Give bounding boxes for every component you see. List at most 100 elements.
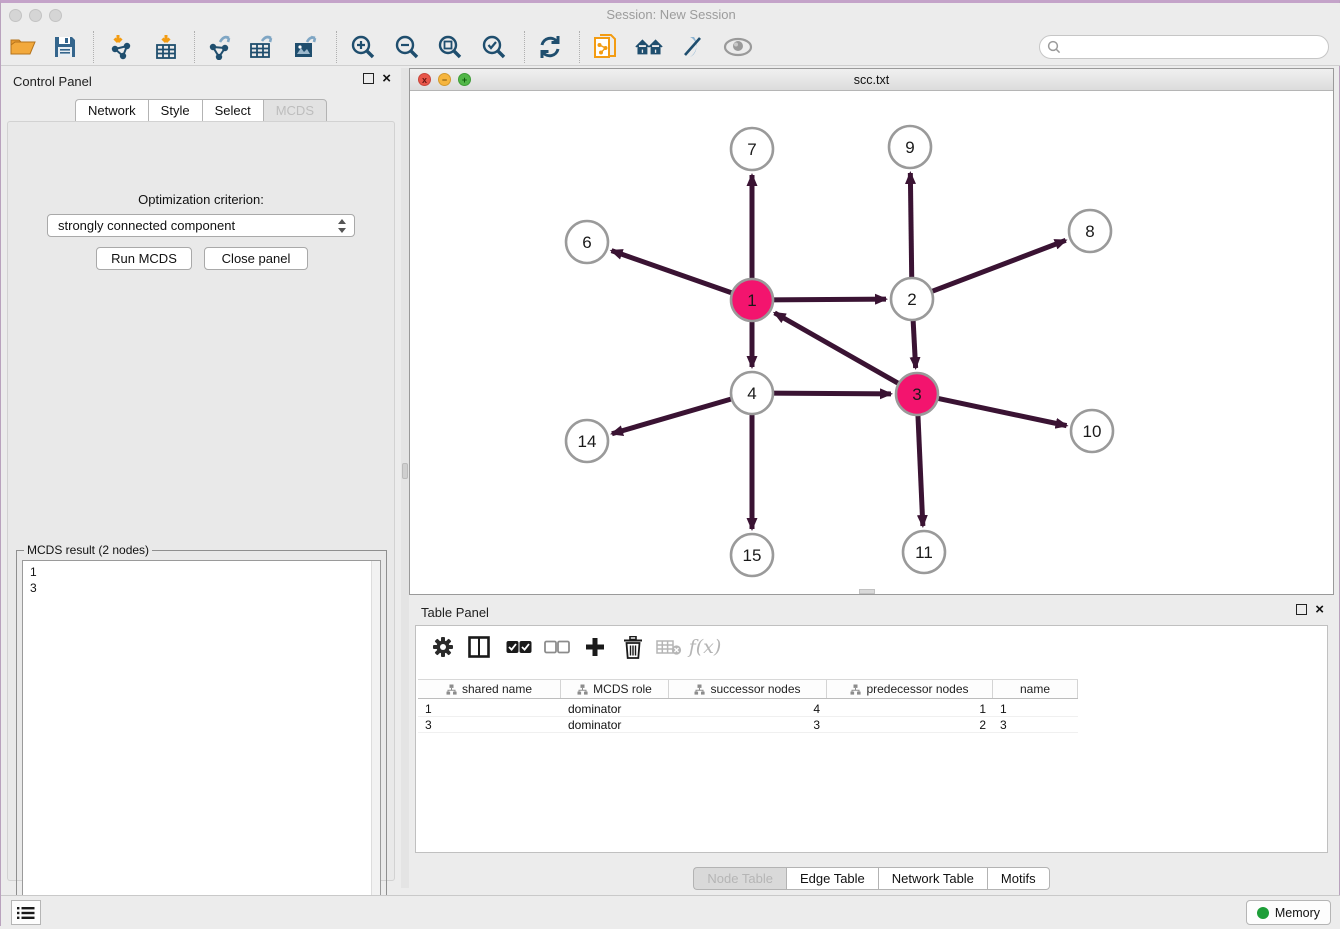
cell-shared-name[interactable]: 1 [418,701,561,716]
status-bar: Memory [1,895,1340,929]
hide-details-eye-icon[interactable] [723,33,753,61]
float-panel-icon[interactable] [363,73,374,84]
control-panel-tabs: Network Style Select MCDS [1,99,401,121]
cell-name[interactable]: 1 [993,701,1078,716]
edge-4-3[interactable] [770,393,891,394]
close-table-panel-icon[interactable]: × [1315,604,1324,615]
cell-name[interactable]: 3 [993,717,1078,732]
dropdown-value: strongly connected component [58,218,235,233]
mcds-result-title: MCDS result (2 nodes) [24,543,152,557]
tab-edge-table[interactable]: Edge Table [786,867,878,890]
graphics-details-icon[interactable] [678,33,708,61]
run-mcds-button[interactable]: Run MCDS [96,247,192,270]
zoom-out-icon[interactable] [392,33,422,61]
node-label-8: 8 [1085,222,1094,241]
table-row[interactable]: 3 dominator 3 2 3 [418,717,1078,733]
list-icon [17,906,35,920]
cell-shared-name[interactable]: 3 [418,717,561,732]
splitter-grip[interactable] [402,463,408,479]
tab-network-table[interactable]: Network Table [878,867,987,890]
table-settings-gear-icon[interactable] [428,633,458,661]
cell-successor-nodes[interactable]: 4 [669,701,827,716]
tab-style[interactable]: Style [148,99,202,122]
network-window-titlebar[interactable]: x − + scc.txt [410,69,1333,91]
node-label-15: 15 [743,546,762,565]
zoom-selected-icon[interactable] [479,33,509,61]
add-column-icon[interactable] [580,633,610,661]
column-header-shared-name[interactable]: shared name [418,680,561,698]
control-panel: Control Panel × Network Style Select MCD… [1,68,401,888]
edge-2-8[interactable] [929,240,1066,292]
optimization-criterion-dropdown[interactable]: strongly connected component [47,214,355,237]
tab-mcds[interactable]: MCDS [263,99,327,122]
select-all-icon[interactable] [504,633,534,661]
cell-predecessor-nodes[interactable]: 1 [827,701,993,716]
node-label-2: 2 [907,290,916,309]
delete-column-trash-icon[interactable] [618,633,648,661]
node-label-3: 3 [912,385,921,404]
import-network-icon[interactable] [107,33,137,61]
edge-4-14[interactable] [612,398,735,434]
tab-network[interactable]: Network [75,99,148,122]
network-canvas[interactable]: 7968124314101511 [410,91,1333,594]
edge-1-2[interactable] [770,299,886,300]
panel-splitter[interactable] [401,68,409,888]
search-icon [1047,40,1061,54]
cell-mcds-role[interactable]: dominator [561,701,669,716]
task-history-button[interactable] [11,900,41,925]
close-panel-button[interactable]: Close panel [204,247,308,270]
table-panel: Table Panel × [409,599,1334,889]
edge-3-11[interactable] [918,412,923,526]
edge-3-10[interactable] [935,398,1067,426]
tab-motifs[interactable]: Motifs [987,867,1050,890]
cell-successor-nodes[interactable]: 3 [669,717,827,732]
toolbar-separator [524,31,525,63]
open-session-icon[interactable] [8,33,38,61]
mcds-panel-body: Optimization criterion: strongly connect… [7,121,395,881]
table-row[interactable]: 1 dominator 4 1 1 [418,701,1078,717]
column-type-icon [577,684,588,695]
mcds-result-text[interactable]: 1 3 [22,560,381,922]
edge-1-6[interactable] [612,251,735,294]
column-header-name[interactable]: name [993,680,1078,698]
result-scrollbar[interactable] [371,561,380,921]
float-table-panel-icon[interactable] [1296,604,1307,615]
export-image-icon[interactable] [291,33,321,61]
node-label-4: 4 [747,384,756,403]
refresh-layout-icon[interactable] [535,33,565,61]
network-view-window: x − + scc.txt 7968124314101511 [409,68,1334,595]
network-scroll-grip[interactable] [859,589,875,594]
first-neighbors-icon[interactable] [634,33,664,61]
result-line: 3 [30,580,380,596]
mcds-result-box: MCDS result (2 nodes) 1 3 [16,550,387,928]
table-panel-inner: f(x) shared name MCDS role successor nod… [415,625,1328,853]
edge-2-3[interactable] [913,317,916,368]
export-network-icon[interactable] [205,33,235,61]
close-panel-icon[interactable]: × [382,73,391,84]
node-label-7: 7 [747,140,756,159]
tab-node-table[interactable]: Node Table [693,867,786,890]
import-table-icon[interactable] [151,33,181,61]
edge-2-9[interactable] [910,173,911,281]
zoom-fit-icon[interactable] [435,33,465,61]
edge-3-1[interactable] [775,313,902,385]
search-field[interactable] [1039,35,1329,59]
duplicate-network-icon[interactable] [591,33,621,61]
save-session-icon[interactable] [50,33,80,61]
table-panel-tabs: Node Table Edge Table Network Table Moti… [409,867,1334,890]
split-view-icon[interactable] [464,633,494,661]
cell-mcds-role[interactable]: dominator [561,717,669,732]
cell-predecessor-nodes[interactable]: 2 [827,717,993,732]
search-input[interactable] [1061,40,1311,54]
application-window: Session: New Session [0,0,1340,926]
tab-select[interactable]: Select [202,99,263,122]
column-header-mcds-role[interactable]: MCDS role [561,680,669,698]
column-header-predecessor-nodes[interactable]: predecessor nodes [827,680,993,698]
function-builder-icon[interactable]: f(x) [690,633,720,661]
export-table-icon[interactable] [247,33,277,61]
column-header-successor-nodes[interactable]: successor nodes [669,680,827,698]
deselect-all-icon[interactable] [542,633,572,661]
zoom-in-icon[interactable] [348,33,378,61]
memory-button[interactable]: Memory [1246,900,1331,925]
delete-table-icon[interactable] [654,633,684,661]
